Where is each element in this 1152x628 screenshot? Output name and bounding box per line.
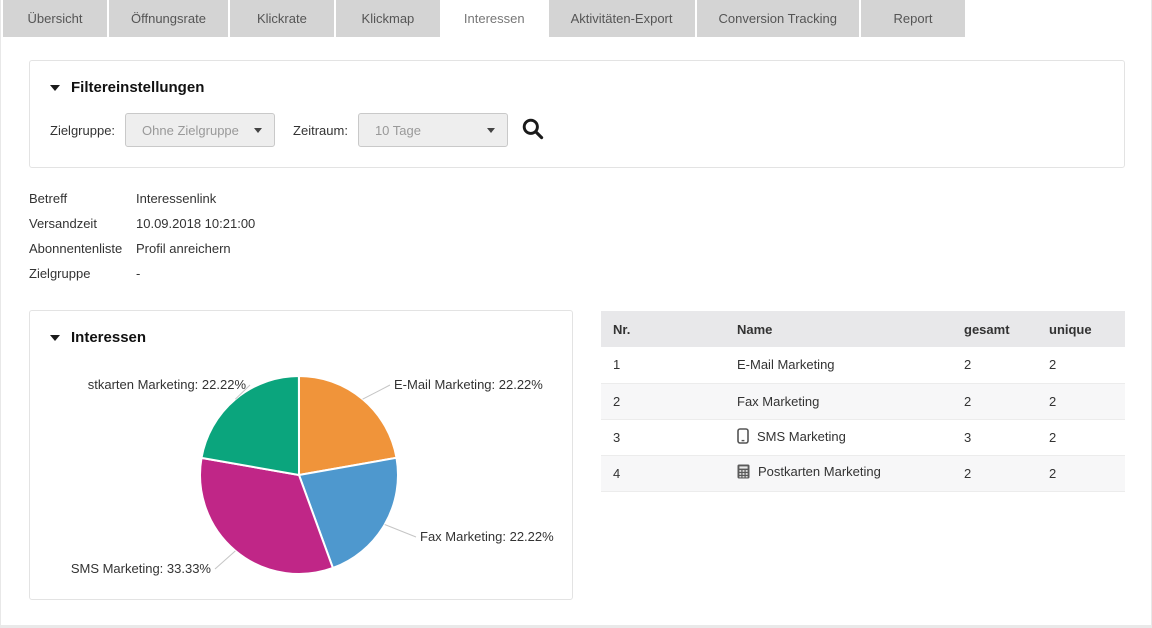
interessen-table-body: 1E-Mail Marketing222Fax Marketing223SMS … <box>601 347 1125 491</box>
cell-unique: 2 <box>1037 419 1125 455</box>
pie-label-connector <box>385 525 416 538</box>
tab-interessen[interactable]: Interessen <box>442 0 547 37</box>
interessen-header[interactable]: Interessen <box>50 329 146 346</box>
pie-label-connector <box>363 385 390 399</box>
table-header-row: Nr.Namegesamtunique <box>601 311 1125 347</box>
cell-nr: 1 <box>601 347 725 383</box>
details-row: Versandzeit10.09.2018 10:21:00 <box>29 211 255 236</box>
details-value: Interessenlink <box>136 191 216 206</box>
tab-report[interactable]: Report <box>861 0 965 37</box>
column-header-unique: unique <box>1037 311 1125 347</box>
tab-klickmap[interactable]: Klickmap <box>336 0 440 37</box>
zeitraum-label: Zeitraum: <box>293 123 348 138</box>
cell-gesamt: 3 <box>952 419 1037 455</box>
table-row: 4Postkarten Marketing22 <box>601 455 1125 491</box>
tab-aktivit-ten-export[interactable]: Aktivitäten-Export <box>549 0 695 37</box>
details-row: BetreffInteressenlink <box>29 186 255 211</box>
cell-nr: 4 <box>601 455 725 491</box>
column-header-nr: Nr. <box>601 311 725 347</box>
cell-gesamt: 2 <box>952 347 1037 383</box>
details-row: AbonnentenlisteProfil anreichern <box>29 236 255 261</box>
details-value: - <box>136 266 140 281</box>
tab-conversion-tracking[interactable]: Conversion Tracking <box>697 0 860 37</box>
details-label: Zielgruppe <box>29 266 136 281</box>
details-value: Profil anreichern <box>136 241 231 256</box>
tab-klickrate[interactable]: Klickrate <box>230 0 334 37</box>
interessen-card: E-Mail Marketing: 22.22% Fax Marketing: 2… <box>29 310 573 600</box>
details-value: 10.09.2018 10:21:00 <box>136 216 255 231</box>
tab-bar: ÜbersichtÖffnungsrateKlickrateKlickmapIn… <box>1 0 1151 37</box>
pie-label-connector <box>215 551 235 569</box>
details-label: Versandzeit <box>29 216 136 231</box>
filter-controls: Zielgruppe: Ohne Zielgruppe Zeitraum: 10… <box>50 113 1104 147</box>
triangle-down-icon <box>50 85 60 91</box>
triangle-down-icon <box>50 335 60 341</box>
cell-name: E-Mail Marketing <box>725 347 952 383</box>
zielgruppe-label: Zielgruppe: <box>50 123 115 138</box>
pie-label: E-Mail Marketing: 22.22% <box>394 377 543 392</box>
cell-name: Postkarten Marketing <box>725 455 952 491</box>
interessen-pie-chart: E-Mail Marketing: 22.22% Fax Marketing: 2… <box>30 311 572 599</box>
search-button[interactable] <box>521 117 544 143</box>
interessen-title: Interessen <box>71 329 146 346</box>
cell-unique: 2 <box>1037 347 1125 383</box>
cell-unique: 2 <box>1037 383 1125 419</box>
details-row: Zielgruppe- <box>29 261 255 286</box>
cell-gesamt: 2 <box>952 455 1037 491</box>
zeitraum-dropdown-value: 10 Tage <box>375 123 421 138</box>
chevron-down-icon <box>254 128 262 133</box>
filter-settings-header[interactable]: Filtereinstellungen <box>50 79 1104 96</box>
calculator-icon <box>737 464 750 482</box>
magnifier-icon <box>521 117 544 143</box>
cell-nr: 3 <box>601 419 725 455</box>
cell-name: SMS Marketing <box>725 419 952 455</box>
cell-nr: 2 <box>601 383 725 419</box>
smartphone-icon <box>737 428 749 447</box>
tab--ffnungsrate[interactable]: Öffnungsrate <box>109 0 228 37</box>
cell-unique: 2 <box>1037 455 1125 491</box>
tab--bersicht[interactable]: Übersicht <box>3 0 107 37</box>
column-header-gesamt: gesamt <box>952 311 1037 347</box>
column-header-name: Name <box>725 311 952 347</box>
table-row: 2Fax Marketing22 <box>601 383 1125 419</box>
details-label: Abonnentenliste <box>29 241 136 256</box>
chevron-down-icon <box>487 128 495 133</box>
table-row: 1E-Mail Marketing22 <box>601 347 1125 383</box>
zeitraum-dropdown[interactable]: 10 Tage <box>358 113 508 147</box>
pie-label: stkarten Marketing: 22.22% <box>88 377 247 392</box>
report-page: ÜbersichtÖffnungsrateKlickrateKlickmapIn… <box>0 0 1152 628</box>
filter-settings-title: Filtereinstellungen <box>71 79 204 96</box>
table-row: 3SMS Marketing32 <box>601 419 1125 455</box>
cell-gesamt: 2 <box>952 383 1037 419</box>
cell-name: Fax Marketing <box>725 383 952 419</box>
details-label: Betreff <box>29 191 136 206</box>
interessen-table: Nr.Namegesamtunique 1E-Mail Marketing222… <box>601 311 1125 492</box>
pie-label: Fax Marketing: 22.22% <box>420 529 554 544</box>
campaign-details: BetreffInteressenlinkVersandzeit10.09.20… <box>29 186 255 286</box>
pie-label: SMS Marketing: 33.33% <box>71 561 212 576</box>
zielgruppe-dropdown-value: Ohne Zielgruppe <box>142 123 239 138</box>
zielgruppe-dropdown[interactable]: Ohne Zielgruppe <box>125 113 275 147</box>
filter-settings-card: Filtereinstellungen Zielgruppe: Ohne Zie… <box>29 60 1125 168</box>
